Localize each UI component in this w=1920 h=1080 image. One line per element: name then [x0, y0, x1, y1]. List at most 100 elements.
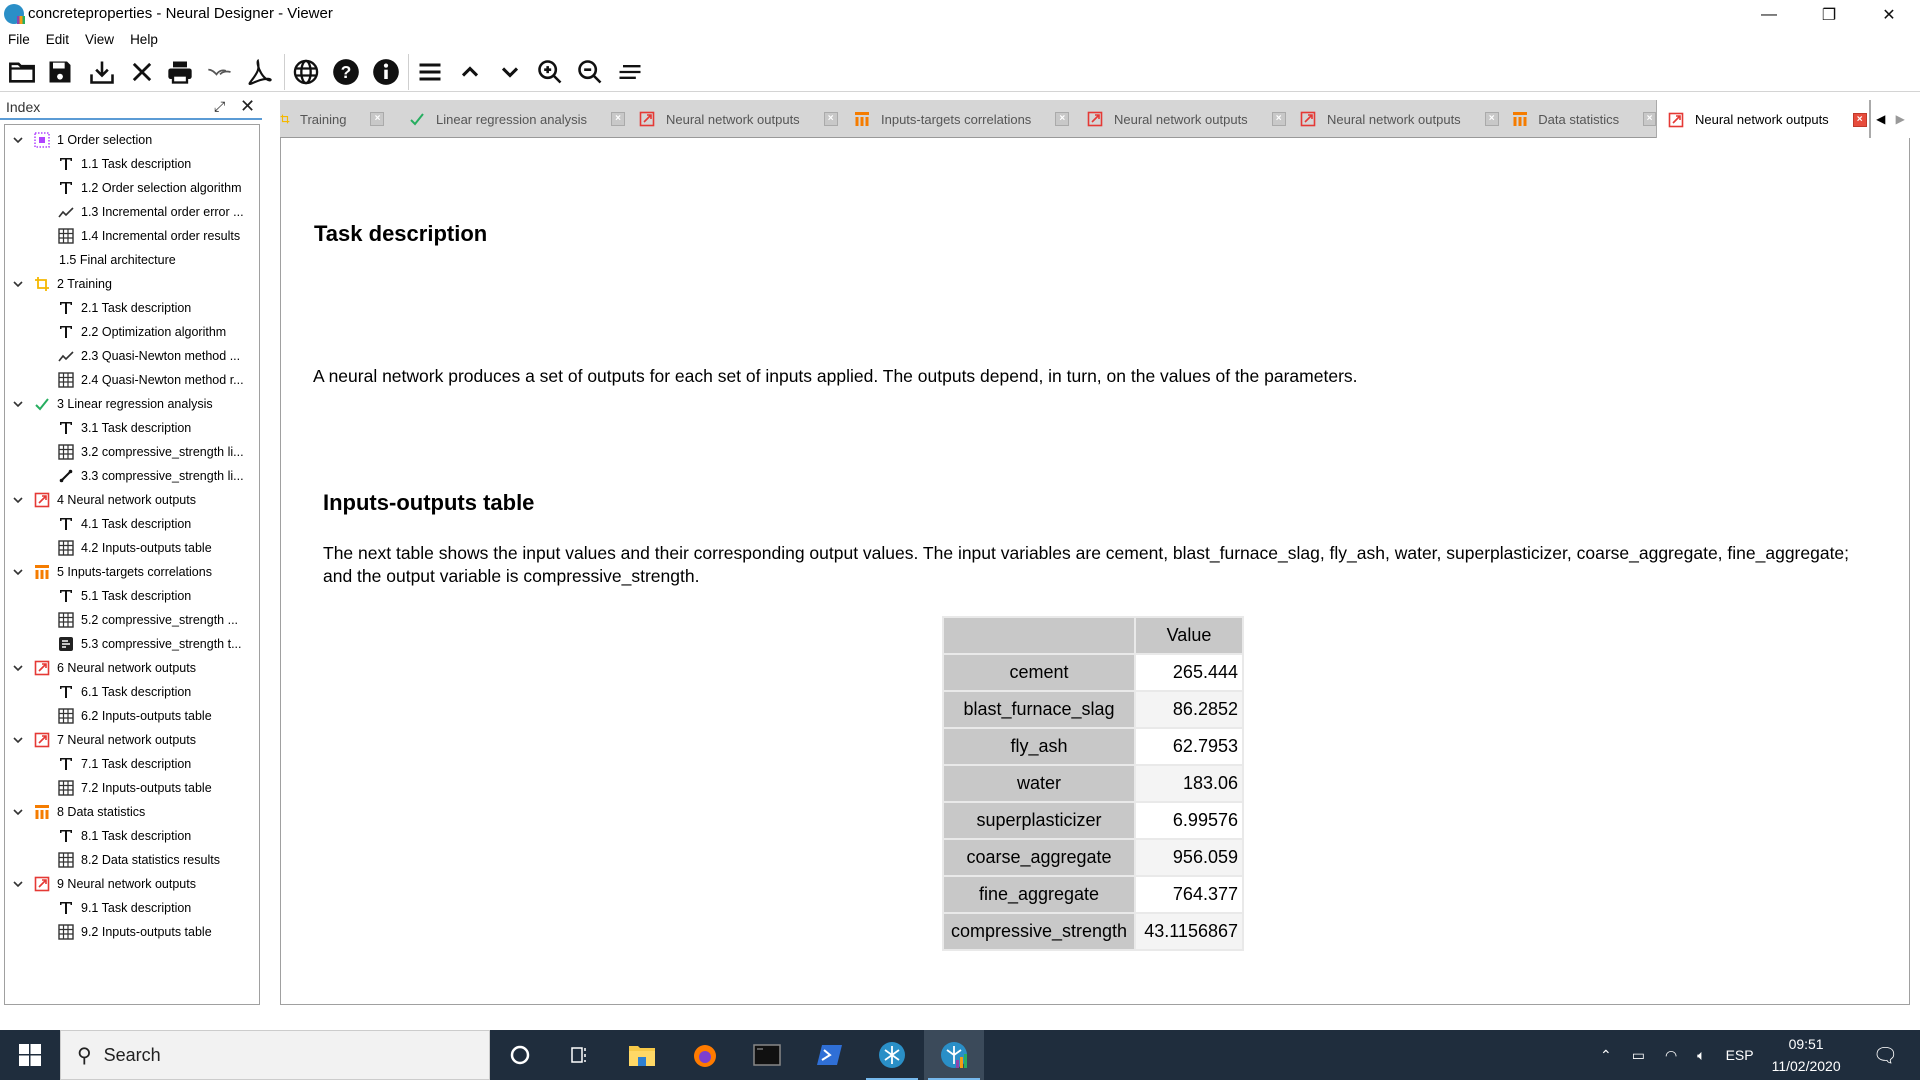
- info-button[interactable]: [370, 56, 402, 88]
- minimize-button[interactable]: —: [1740, 0, 1798, 30]
- previous-button[interactable]: [454, 56, 486, 88]
- tree-item[interactable]: 6.2 Inputs-outputs table: [57, 705, 212, 727]
- menu-help[interactable]: Help: [122, 30, 166, 50]
- menu-file[interactable]: File: [0, 30, 38, 50]
- language-indicator[interactable]: ESP: [1726, 1047, 1754, 1063]
- tree-item[interactable]: 2.4 Quasi-Newton method r...: [57, 369, 244, 391]
- notifications-icon[interactable]: 🗨︎: [1873, 1043, 1898, 1068]
- firefox-button[interactable]: [675, 1030, 735, 1080]
- tab-2[interactable]: Neural network outputs ×: [628, 100, 843, 138]
- tree-item[interactable]: 3.2 compressive_strength li...: [57, 441, 244, 463]
- tree-item[interactable]: 1.2 Order selection algorithm: [57, 177, 242, 199]
- tree-section[interactable]: 4 Neural network outputs: [13, 489, 196, 511]
- volume-icon[interactable]: 🔈︎: [1697, 1047, 1705, 1064]
- help-button[interactable]: ?: [330, 56, 362, 88]
- tree-section[interactable]: 3 Linear regression analysis: [13, 393, 213, 415]
- neural-designer-button[interactable]: [862, 1030, 922, 1080]
- neural-designer-viewer-button[interactable]: [924, 1030, 984, 1080]
- tab-close-icon[interactable]: ×: [1271, 112, 1286, 126]
- powershell-button[interactable]: [800, 1030, 860, 1080]
- tree-section[interactable]: 1 Order selection: [13, 129, 152, 151]
- chevron-down-icon[interactable]: [11, 561, 25, 583]
- tree-item[interactable]: 3.1 Task description: [57, 417, 191, 439]
- scroll-left-icon[interactable]: ◀: [1876, 112, 1885, 126]
- clock[interactable]: 09:51 11/02/2020: [1772, 1033, 1841, 1077]
- tab-close-icon[interactable]: ×: [1484, 112, 1499, 126]
- tree-item[interactable]: 6.1 Task description: [57, 681, 191, 703]
- print-button[interactable]: [164, 56, 196, 88]
- start-button[interactable]: [0, 1030, 60, 1080]
- tree-item[interactable]: 1.4 Incremental order results: [57, 225, 240, 247]
- close-file-button[interactable]: [126, 56, 158, 88]
- tree-item[interactable]: 1.1 Task description: [57, 153, 191, 175]
- tab-5[interactable]: Neural network outputs ×: [1289, 100, 1502, 138]
- chevron-down-icon[interactable]: [11, 873, 25, 895]
- import-button[interactable]: [86, 56, 118, 88]
- task-view-button[interactable]: [550, 1030, 610, 1080]
- tab-1[interactable]: Linear regression analysis ×: [398, 100, 628, 138]
- chevron-down-icon[interactable]: [11, 729, 25, 751]
- zoom-out-button[interactable]: [574, 56, 606, 88]
- taskbar-search-box[interactable]: ⚲ Search: [60, 1030, 490, 1080]
- menu-view[interactable]: View: [77, 30, 122, 50]
- chevron-down-icon[interactable]: [11, 489, 25, 511]
- tree-section[interactable]: 7 Neural network outputs: [13, 729, 196, 751]
- tree-item[interactable]: 7.2 Inputs-outputs table: [57, 777, 212, 799]
- tab-7[interactable]: Neural network outputs ×: [1656, 100, 1870, 139]
- scroll-right-icon[interactable]: ▶: [1896, 112, 1905, 126]
- align-button[interactable]: [614, 56, 646, 88]
- save-button[interactable]: [44, 56, 76, 88]
- tree-item[interactable]: 1.3 Incremental order error ...: [57, 201, 244, 223]
- tree-item[interactable]: 1.5 Final architecture: [59, 249, 176, 271]
- tree-item[interactable]: 2.1 Task description: [57, 297, 191, 319]
- tree-item[interactable]: 9.2 Inputs-outputs table: [57, 921, 212, 943]
- chevron-down-icon[interactable]: [11, 801, 25, 823]
- tree-section[interactable]: 8 Data statistics: [13, 801, 145, 823]
- tab-3[interactable]: Inputs-targets correlations ×: [843, 100, 1076, 138]
- restore-button[interactable]: ❐: [1800, 0, 1858, 30]
- contents-button[interactable]: [414, 56, 446, 88]
- tree-section[interactable]: 2 Training: [13, 273, 112, 295]
- tree-item[interactable]: 5.1 Task description: [57, 585, 191, 607]
- tab-close-icon[interactable]: ×: [370, 112, 385, 126]
- tree-section[interactable]: 9 Neural network outputs: [13, 873, 196, 895]
- menu-edit[interactable]: Edit: [38, 30, 77, 50]
- tree-item[interactable]: 2.2 Optimization algorithm: [57, 321, 226, 343]
- chevron-down-icon[interactable]: [11, 273, 25, 295]
- tab-4[interactable]: Neural network outputs ×: [1076, 100, 1289, 138]
- tree-item[interactable]: 3.3 compressive_strength li...: [57, 465, 244, 487]
- export-pdf-button[interactable]: [244, 56, 276, 88]
- show-hidden-icons[interactable]: ⌃: [1600, 1047, 1612, 1064]
- tab-6[interactable]: Data statistics ×: [1502, 100, 1656, 138]
- terminal-button[interactable]: [737, 1030, 797, 1080]
- tree-item[interactable]: 8.2 Data statistics results: [57, 849, 220, 871]
- expand-panel-icon[interactable]: ⤢: [214, 98, 225, 115]
- battery-icon[interactable]: ▭: [1632, 1047, 1645, 1064]
- tree-item[interactable]: 8.1 Task description: [57, 825, 191, 847]
- chevron-down-icon[interactable]: [11, 657, 25, 679]
- chevron-down-icon[interactable]: [11, 393, 25, 415]
- tree-item[interactable]: 5.3 compressive_strength t...: [57, 633, 242, 655]
- tab-close-icon[interactable]: ×: [1643, 112, 1656, 126]
- close-window-button[interactable]: ✕: [1860, 0, 1918, 30]
- cortana-button[interactable]: [490, 1030, 550, 1080]
- tree-item[interactable]: 5.2 compressive_strength ...: [57, 609, 238, 631]
- tab-close-icon[interactable]: ×: [823, 112, 838, 126]
- open-button[interactable]: [6, 56, 38, 88]
- tree-item[interactable]: 2.3 Quasi-Newton method ...: [57, 345, 240, 367]
- tab-close-icon[interactable]: ×: [611, 112, 626, 126]
- website-button[interactable]: [290, 56, 322, 88]
- tab-0[interactable]: Training ×: [280, 100, 398, 138]
- close-panel-icon[interactable]: ✕: [240, 96, 255, 117]
- file-explorer-button[interactable]: [612, 1030, 672, 1080]
- tree-item[interactable]: 4.1 Task description: [57, 513, 191, 535]
- tree-section[interactable]: 6 Neural network outputs: [13, 657, 196, 679]
- export-openoffice-button[interactable]: [204, 56, 236, 88]
- tab-close-icon[interactable]: ×: [1055, 112, 1070, 126]
- tree-item[interactable]: 9.1 Task description: [57, 897, 191, 919]
- tab-close-icon[interactable]: ×: [1852, 112, 1867, 127]
- zoom-in-button[interactable]: [534, 56, 566, 88]
- tree-item[interactable]: 7.1 Task description: [57, 753, 191, 775]
- tree-section[interactable]: 5 Inputs-targets correlations: [13, 561, 212, 583]
- next-button[interactable]: [494, 56, 526, 88]
